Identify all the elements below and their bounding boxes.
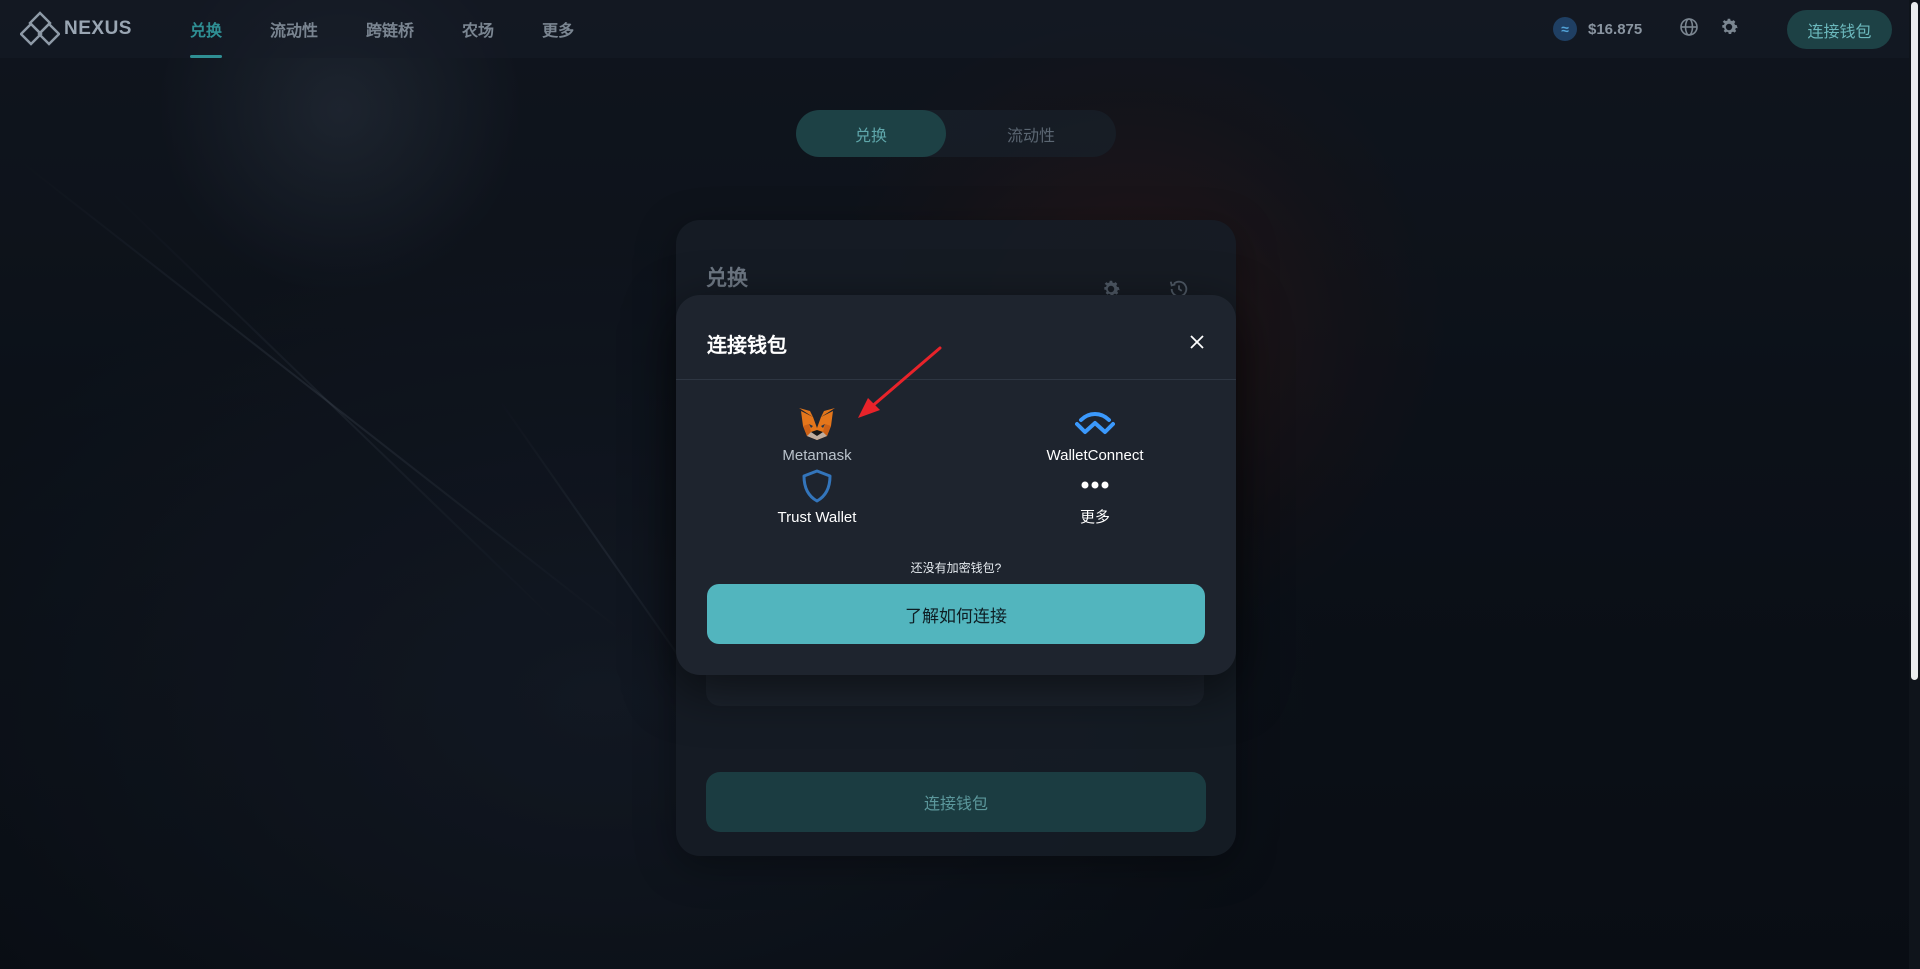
modal-divider	[676, 379, 1236, 380]
toggle-liquidity[interactable]: 流动性	[956, 110, 1106, 157]
wallet-label-trust-wallet: Trust Wallet	[777, 509, 857, 526]
annotation-arrow-icon	[858, 346, 942, 418]
metamask-fox-icon	[797, 405, 837, 443]
close-icon[interactable]	[1186, 331, 1208, 353]
token-price-value: $16.875	[1588, 20, 1643, 38]
swap-liquidity-toggle: 兑换 流动性	[796, 110, 1116, 157]
toggle-swap[interactable]: 兑换	[796, 110, 946, 157]
token-coin-icon: ≈	[1553, 17, 1577, 41]
gear-icon[interactable]	[1718, 16, 1740, 43]
main-nav: 兑换 流动性 跨链桥 农场 更多	[190, 0, 622, 58]
header-connect-wallet-button[interactable]: 连接钱包	[1787, 10, 1892, 49]
learn-how-to-connect-button[interactable]: 了解如何连接	[707, 584, 1205, 644]
wallet-option-more[interactable]: 更多	[1005, 467, 1185, 527]
wallet-label-metamask: Metamask	[782, 447, 852, 464]
trust-wallet-shield-icon	[801, 467, 833, 505]
logo-text: NEXUS	[64, 18, 132, 39]
swap-connect-wallet-button[interactable]: 连接钱包	[706, 772, 1206, 832]
page-root: NEXUS 兑换 流动性 跨链桥 农场 更多 ≈ $16.875 连接钱包 兑换…	[0, 0, 1920, 969]
wallet-label-more: 更多	[1079, 509, 1110, 526]
walletconnect-icon	[1075, 405, 1115, 443]
wallet-option-trust-wallet[interactable]: Trust Wallet	[727, 467, 907, 527]
nav-item-liquidity[interactable]: 流动性	[270, 0, 318, 58]
top-header: NEXUS 兑换 流动性 跨链桥 农场 更多 ≈ $16.875 连接钱包	[0, 0, 1920, 58]
swap-card-title: 兑换	[706, 267, 748, 290]
nav-item-more[interactable]: 更多	[542, 0, 574, 58]
wallet-label-walletconnect: WalletConnect	[1046, 447, 1144, 464]
nav-item-bridge[interactable]: 跨链桥	[366, 0, 414, 58]
more-dots-icon	[1080, 467, 1110, 502]
globe-icon[interactable]	[1679, 17, 1699, 42]
no-wallet-text: 还没有加密钱包?	[910, 561, 1002, 575]
scrollbar-thumb[interactable]	[1911, 2, 1918, 680]
wallet-option-walletconnect[interactable]: WalletConnect	[1005, 405, 1185, 465]
logo[interactable]: NEXUS	[20, 11, 132, 47]
token-price: ≈ $16.875	[1553, 17, 1642, 41]
modal-title: 连接钱包	[707, 335, 787, 357]
nav-item-farm[interactable]: 农场	[462, 0, 494, 58]
connect-wallet-modal: 连接钱包 Metamask WalletConnect Trust Wallet…	[676, 295, 1236, 675]
nexus-logo-icon	[20, 11, 60, 46]
nav-item-swap[interactable]: 兑换	[190, 0, 223, 58]
